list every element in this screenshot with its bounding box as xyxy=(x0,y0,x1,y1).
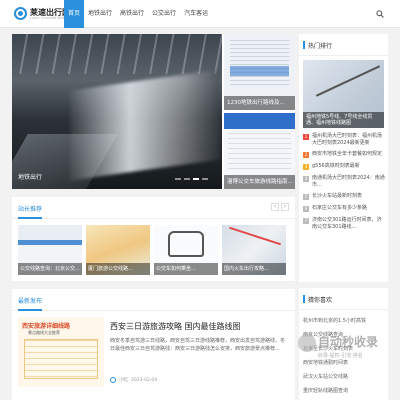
post-thumbnail[interactable]: 西安旅游详细线路 景点路线大全推荐 xyxy=(18,317,104,387)
section-title: 最新发布 xyxy=(18,298,43,305)
list-item[interactable]: 7 济南公交301路运行时间表，济南公交车301路线... xyxy=(303,216,385,234)
list-item-text: 西安市地铁全年卡套餐如何规定 xyxy=(312,151,383,157)
subway-train-image xyxy=(70,69,220,181)
list-item[interactable]: 重庆轻轨线路图查询 xyxy=(303,384,385,398)
recommend-cards: 公交线路查询：北京公交... 厦门旅游公交线路... 公交车如何乘坐... 国内… xyxy=(18,225,286,275)
main-nav: 首页 地铁出行 高铁出行 公交出行 汽车客运 xyxy=(64,0,212,28)
latest-section: 最新发布 西安旅游详细线路 景点路线大全推荐 西安三日游旅游攻略 国内最佳路线图… xyxy=(12,289,295,400)
recommend-card[interactable]: 公交车如何乘坐... xyxy=(154,225,218,275)
thumbnail-title: 西安旅游详细线路 xyxy=(22,323,71,330)
recommend-card[interactable]: 厦门旅游公交线路... xyxy=(86,225,150,275)
watermark: 自动秒收录 收录·提权·引流·排名 xyxy=(296,330,400,374)
list-item-text: 南通机场大巴时刻表2024：南通市... xyxy=(312,175,385,188)
list-item[interactable]: 杭州市到北京的1.5小时高铁 xyxy=(303,314,385,328)
widget-title: 热门排行 xyxy=(308,43,333,50)
thumb-caption: 淄博公交车旅游线路指南... xyxy=(224,175,295,189)
post-excerpt: 西安冬季自驾游三日线路，西安自驾三日游线路推荐，西安出发自驾游路线，冬日最佳西安… xyxy=(110,338,286,352)
post-item: 西安旅游详细线路 景点路线大全推荐 西安三日游旅游攻略 国内最佳路线图 西安冬季… xyxy=(18,317,289,393)
rank-badge: 7 xyxy=(303,218,309,224)
slider-dot[interactable] xyxy=(184,178,190,180)
slider-dot[interactable] xyxy=(202,178,208,180)
site-logo[interactable]: 莱速出行网 LAISU CHUXING WANG xyxy=(14,7,70,20)
chevron-left-icon[interactable]: ‹ xyxy=(271,203,279,211)
rank-badge: 4 xyxy=(303,176,309,182)
nav-item-coach[interactable]: 汽车客运 xyxy=(180,0,212,28)
nav-item-home[interactable]: 首页 xyxy=(64,0,85,28)
hero-section: 地铁出行 1230地铁出行路线及... 淄博公交车旅游线路指南... xyxy=(12,34,295,189)
rank-badge: 6 xyxy=(303,206,309,212)
slider-dot[interactable] xyxy=(175,178,181,180)
card-caption: 国内火车出行攻略... xyxy=(222,263,286,275)
hot-feature-caption: 福州地铁5号线、7号线全线贯通、福州地铁线路图 xyxy=(303,112,384,128)
watermark-subtext: 收录·提权·引流·排名 xyxy=(318,353,363,359)
card-caption: 厦门旅游公交线路... xyxy=(86,263,150,275)
hot-list: 1 福州机场大巴时刻表：福州机场大巴时刻表2024最新更新 2 西安市地铁全年卡… xyxy=(303,132,385,234)
list-item[interactable]: 6 石家庄公交车有多少条路 xyxy=(303,204,385,216)
nav-item-highspeed-rail[interactable]: 高铁出行 xyxy=(116,0,148,28)
list-item[interactable]: 1 福州机场大巴时刻表：福州机场大巴时刻表2024最新更新 xyxy=(303,132,385,150)
thumbnail-subtitle: 景点路线大全推荐 xyxy=(28,330,60,335)
watermark-text: 自动秒收录 xyxy=(318,335,379,349)
list-item[interactable]: 3 g556高铁时刻表最新 xyxy=(303,162,385,174)
rank-badge: 1 xyxy=(303,134,309,140)
thumb-caption: 1230地铁出行路线及... xyxy=(224,96,295,110)
list-item-text: 福州机场大巴时刻表：福州机场大巴时刻表2024最新更新 xyxy=(312,133,383,146)
section-title: 站长推荐 xyxy=(18,206,43,213)
rank-badge: 3 xyxy=(303,164,309,170)
rank-badge: 5 xyxy=(303,194,309,200)
list-item-text: 长沙火车站最新时刻表 xyxy=(312,193,363,199)
hot-feature-image[interactable]: 福州地铁5号线、7号线全线贯通、福州地铁线路图 xyxy=(303,60,384,128)
bus-icon xyxy=(168,231,204,257)
hero-thumb-1[interactable]: 1230地铁出行路线及... xyxy=(224,34,295,110)
hero-caption: 地铁出行 xyxy=(18,174,43,181)
rank-badge: 2 xyxy=(303,152,309,158)
list-item[interactable]: 5 长沙火车站最新时刻表 xyxy=(303,192,385,204)
list-item[interactable]: 2 西安市地铁全年卡套餐如何规定 xyxy=(303,150,385,162)
hot-ranking-widget: 热门排行 福州地铁5号线、7号线全线贯通、福州地铁线路图 1 福州机场大巴时刻表… xyxy=(299,34,388,282)
post-author: 小吃 xyxy=(119,378,128,383)
search-icon[interactable] xyxy=(376,10,384,18)
slider-dots xyxy=(175,178,208,180)
nav-item-bus[interactable]: 公交出行 xyxy=(148,0,180,28)
hero-slide[interactable]: 地铁出行 xyxy=(12,34,222,189)
recommend-card[interactable]: 国内火车出行攻略... xyxy=(222,225,286,275)
recommend-card[interactable]: 公交线路查询：北京公交... xyxy=(18,225,82,275)
post-meta: 小吃 2023-02-04 xyxy=(110,377,157,383)
list-item[interactable]: 4 南通机场大巴时刻表2024：南通市... xyxy=(303,174,385,192)
list-item-text: 济南公交301路运行时间表，济南公交车301路线... xyxy=(312,217,382,230)
card-caption: 公交线路查询：北京公交... xyxy=(18,263,82,275)
post-date: 2023-02-04 xyxy=(131,377,158,383)
list-item-text: 石家庄公交车有多少条路 xyxy=(312,205,368,211)
chevron-right-icon[interactable]: › xyxy=(281,203,289,211)
watermark-logo-icon xyxy=(298,334,316,352)
slider-dot[interactable] xyxy=(193,178,199,180)
site-header: 莱速出行网 LAISU CHUXING WANG 首页 地铁出行 高铁出行 公交… xyxy=(0,0,400,28)
hero-thumb-2[interactable]: 淄博公交车旅游线路指南... xyxy=(224,113,295,189)
list-item-text: g556高铁时刻表最新 xyxy=(312,163,360,169)
nav-item-metro[interactable]: 地铁出行 xyxy=(84,0,116,28)
card-caption: 公交车如何乘坐... xyxy=(154,263,218,275)
logo-icon xyxy=(14,7,27,20)
widget-title: 猜你喜欢 xyxy=(308,297,333,304)
recommend-section: 站长推荐 ‹ › 公交线路查询：北京公交... 厦门旅游公交线路... 公交车如… xyxy=(12,197,295,281)
avatar xyxy=(110,377,116,383)
post-title[interactable]: 西安三日游旅游攻略 国内最佳路线图 xyxy=(110,321,241,332)
